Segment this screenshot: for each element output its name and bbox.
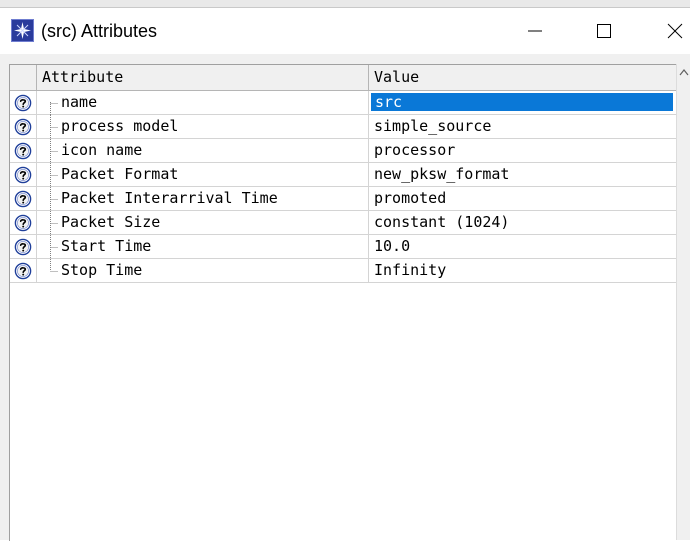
star-app-icon [11, 19, 34, 42]
tree-connector-icon [50, 235, 58, 259]
row-help-cell[interactable] [10, 235, 37, 259]
help-icon[interactable] [14, 94, 32, 112]
attribute-value: 10.0 [374, 237, 411, 255]
value-cell[interactable]: 10.0 [369, 235, 677, 259]
attribute-cell[interactable]: process model [37, 115, 369, 139]
row-help-cell[interactable] [10, 115, 37, 139]
row-help-cell[interactable] [10, 91, 37, 115]
table-row[interactable]: Packet Size constant (1024) [10, 211, 677, 235]
attribute-name: Start Time [61, 237, 152, 255]
close-icon [667, 23, 683, 39]
help-icon[interactable] [14, 166, 32, 184]
value-cell[interactable]: Infinity [369, 259, 677, 283]
attribute-name: Packet Format [61, 165, 179, 183]
attribute-value: src [375, 93, 403, 111]
tree-connector-icon [50, 259, 58, 272]
attribute-cell[interactable]: Start Time [37, 235, 369, 259]
title-bar[interactable]: (src) Attributes [0, 8, 690, 54]
table-row[interactable]: icon name processor [10, 139, 677, 163]
attribute-cell[interactable]: name [37, 91, 369, 115]
attribute-name: Packet Interarrival Time [61, 189, 278, 207]
help-icon[interactable] [14, 238, 32, 256]
attribute-value: simple_source [374, 117, 492, 135]
tree-connector-icon [50, 102, 58, 115]
value-cell[interactable]: simple_source [369, 115, 677, 139]
help-icon[interactable] [14, 262, 32, 280]
attribute-cell[interactable]: Packet Size [37, 211, 369, 235]
attribute-value: Infinity [374, 261, 447, 279]
help-icon[interactable] [14, 142, 32, 160]
tree-connector-icon [50, 211, 58, 235]
header-attribute[interactable]: Attribute [37, 65, 369, 90]
row-help-cell[interactable] [10, 259, 37, 283]
row-help-cell[interactable] [10, 211, 37, 235]
window-title: (src) Attributes [41, 21, 158, 41]
value-cell[interactable]: new_pksw_format [369, 163, 677, 187]
close-button[interactable] [652, 8, 690, 54]
table-row[interactable]: Packet Format new_pksw_format [10, 163, 677, 187]
attribute-cell[interactable]: Packet Format [37, 163, 369, 187]
table-row[interactable]: process model simple_source [10, 115, 677, 139]
attribute-name: name [61, 93, 98, 111]
attributes-table[interactable]: Attribute Value name src process model simp… [9, 64, 677, 541]
header-icon-column[interactable] [10, 65, 37, 90]
minimize-button[interactable] [512, 8, 558, 54]
value-cell[interactable]: constant (1024) [369, 211, 677, 235]
maximize-icon [597, 24, 611, 38]
attribute-name: process model [61, 117, 179, 135]
attribute-cell[interactable]: Packet Interarrival Time [37, 187, 369, 211]
table-row[interactable]: name src [10, 91, 677, 115]
table-row[interactable]: Stop Time Infinity [10, 259, 677, 283]
value-cell[interactable]: src [369, 91, 677, 115]
help-icon[interactable] [14, 214, 32, 232]
attribute-name: Stop Time [61, 261, 143, 279]
tree-connector-icon [50, 163, 58, 187]
attribute-cell[interactable]: icon name [37, 139, 369, 163]
value-cell[interactable]: processor [369, 139, 677, 163]
table-row[interactable]: Packet Interarrival Time promoted [10, 187, 677, 211]
dialog-body: Attribute Value name src process model simp… [0, 54, 690, 541]
value-cell[interactable]: promoted [369, 187, 677, 211]
help-icon[interactable] [14, 190, 32, 208]
tree-connector-icon [50, 139, 58, 163]
minimize-icon [528, 30, 542, 32]
table-header: Attribute Value [10, 65, 677, 91]
tree-connector-icon [50, 115, 58, 139]
attribute-value: promoted [374, 189, 447, 207]
attribute-name: icon name [61, 141, 143, 159]
table-row[interactable]: Start Time 10.0 [10, 235, 677, 259]
attribute-name: Packet Size [61, 213, 161, 231]
header-value[interactable]: Value [369, 65, 677, 90]
attribute-cell[interactable]: Stop Time [37, 259, 369, 283]
help-icon[interactable] [14, 118, 32, 136]
scroll-up-arrow-icon[interactable] [679, 68, 689, 76]
maximize-button[interactable] [581, 8, 627, 54]
attribute-value: new_pksw_format [374, 165, 510, 183]
tree-connector-icon [50, 187, 58, 211]
background-window-strip [0, 0, 690, 8]
attribute-value: constant (1024) [374, 213, 510, 231]
selection-highlight [371, 93, 673, 111]
row-help-cell[interactable] [10, 187, 37, 211]
attribute-value: processor [374, 141, 456, 159]
vertical-scrollbar[interactable] [676, 64, 690, 540]
row-help-cell[interactable] [10, 139, 37, 163]
row-help-cell[interactable] [10, 163, 37, 187]
